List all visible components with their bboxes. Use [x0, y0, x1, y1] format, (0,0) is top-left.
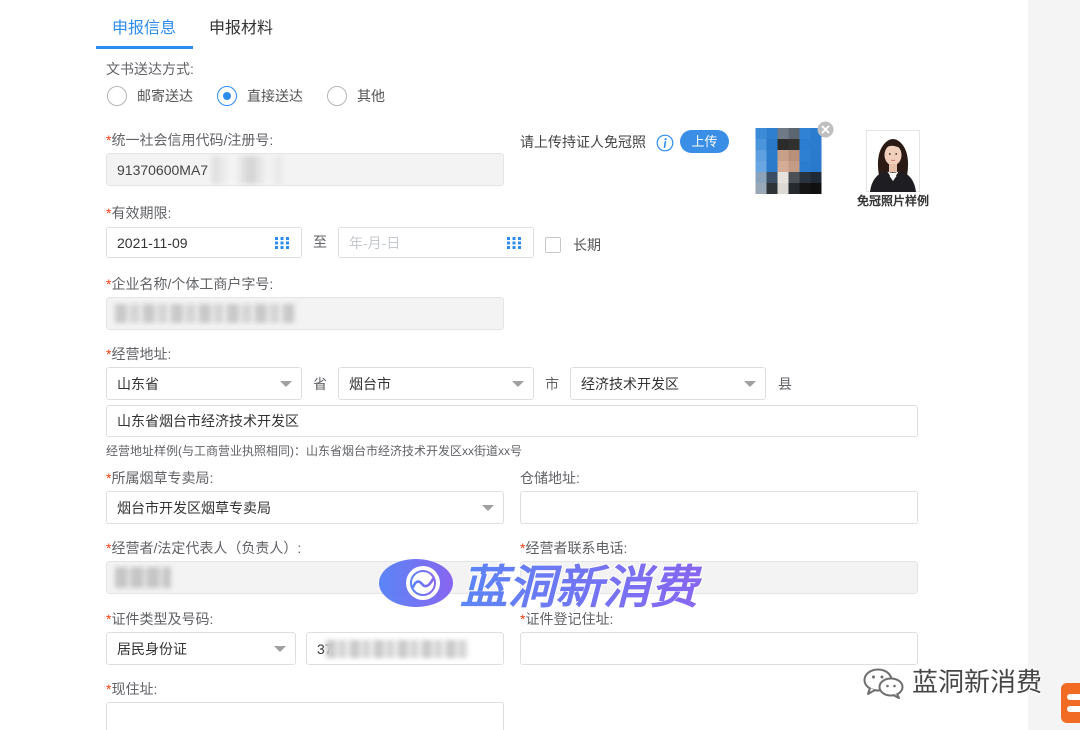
- radio-label: 邮寄送达: [137, 88, 193, 104]
- sample-photo-caption: 免冠照片样例: [856, 194, 929, 208]
- app-badge-icon-mark: [1067, 706, 1080, 712]
- district-unit: 县: [778, 376, 792, 392]
- radio-circle[interactable]: [327, 86, 347, 106]
- id-type-value: 居民身份证: [117, 640, 187, 657]
- business-address-label-text: 经营地址:: [111, 346, 172, 362]
- wechat-icon: [863, 668, 904, 699]
- business-address-example-hint: 经营地址样例(与工商营业执照相同)：山东省烟台市经济技术开发区xx街道xx号: [106, 444, 522, 458]
- warehouse-address-label: 仓储地址:: [520, 470, 580, 486]
- city-unit: 市: [545, 376, 559, 392]
- validity-end-placeholder: 年-月-日: [349, 234, 401, 251]
- radio-mail-delivery[interactable]: 邮寄送达: [107, 86, 193, 106]
- validity-end-date-input[interactable]: 年-月-日: [338, 227, 534, 258]
- business-address-label: *经营地址:: [106, 344, 171, 364]
- validity-label: *有效期限:: [106, 203, 171, 223]
- redacted-blur: [326, 640, 468, 658]
- sample-photo-image: [866, 130, 920, 192]
- photo-upload-label: 请上传持证人免冠照: [520, 134, 646, 150]
- corner-watermark-text: 蓝洞新消费: [912, 667, 1043, 697]
- redacted-blur: [115, 304, 295, 323]
- uploaded-photo-thumbnail: [755, 128, 822, 194]
- chevron-down-icon: [280, 380, 292, 387]
- radio-circle[interactable]: [107, 86, 127, 106]
- right-side-panel: [1028, 0, 1080, 730]
- business-address-detail-input[interactable]: 山东省烟台市经济技术开发区: [106, 405, 918, 437]
- watermark-logo-icon: [379, 559, 453, 607]
- warehouse-address-input[interactable]: [520, 491, 918, 524]
- radio-other-delivery[interactable]: 其他: [327, 86, 385, 106]
- id-address-input[interactable]: [520, 632, 918, 665]
- validity-start-date-input[interactable]: 2021-11-09: [106, 227, 302, 258]
- chevron-down-icon: [274, 645, 286, 652]
- tab-application-info[interactable]: 申报信息: [112, 18, 176, 40]
- city-value: 烟台市: [349, 375, 391, 392]
- delivery-method-label: 文书送达方式:: [106, 61, 194, 77]
- id-type-select[interactable]: 居民身份证: [106, 632, 296, 665]
- calendar-icon[interactable]: [507, 236, 521, 249]
- active-tab-indicator: [96, 46, 193, 49]
- app-badge-icon-mark: [1067, 694, 1080, 700]
- radio-circle[interactable]: [217, 86, 237, 106]
- date-range-separator: 至: [313, 234, 327, 250]
- redacted-blur: [115, 567, 171, 588]
- long-term-checkbox[interactable]: [545, 237, 561, 253]
- operator-label: *经营者/法定代表人（负责人）:: [106, 538, 301, 558]
- id-document-label-text: 证件类型及号码:: [111, 611, 214, 627]
- tobacco-bureau-label-text: 所属烟草专卖局:: [111, 470, 214, 486]
- credit-code-label: *统一社会信用代码/注册号:: [106, 130, 273, 150]
- company-name-label-text: 企业名称/个体工商户字号:: [111, 276, 274, 292]
- radio-direct-delivery[interactable]: 直接送达: [217, 86, 303, 106]
- upload-button[interactable]: 上传: [680, 130, 729, 153]
- validity-label-text: 有效期限:: [111, 205, 172, 221]
- current-address-label-text: 现住址:: [111, 681, 158, 697]
- tobacco-bureau-value: 烟台市开发区烟草专卖局: [117, 499, 271, 516]
- business-address-detail-value: 山东省烟台市经济技术开发区: [117, 413, 299, 429]
- province-unit: 省: [313, 376, 327, 392]
- province-select[interactable]: 山东省: [106, 367, 302, 400]
- credit-code-label-text: 统一社会信用代码/注册号:: [111, 132, 274, 148]
- city-select[interactable]: 烟台市: [338, 367, 534, 400]
- tab-application-materials[interactable]: 申报材料: [209, 18, 273, 40]
- chevron-down-icon: [744, 380, 756, 387]
- app-badge-icon: [1061, 683, 1080, 723]
- chevron-down-icon: [512, 380, 524, 387]
- redacted-blur: [212, 156, 282, 184]
- company-name-label: *企业名称/个体工商户字号:: [106, 274, 273, 294]
- current-address-input[interactable]: [106, 702, 504, 730]
- operator-label-text: 经营者/法定代表人（负责人）:: [111, 540, 302, 556]
- id-document-label: *证件类型及号码:: [106, 609, 213, 629]
- center-watermark-text: 蓝洞新消费: [460, 561, 703, 613]
- validity-start-value: 2021-11-09: [117, 234, 188, 251]
- chevron-down-icon: [482, 504, 494, 511]
- info-icon[interactable]: [656, 134, 674, 152]
- district-select[interactable]: 经济技术开发区: [570, 367, 766, 400]
- calendar-icon[interactable]: [275, 236, 289, 249]
- long-term-label: 长期: [573, 237, 601, 253]
- tobacco-bureau-label: *所属烟草专卖局:: [106, 468, 213, 488]
- district-value: 经济技术开发区: [581, 375, 679, 392]
- radio-label: 其他: [357, 88, 385, 104]
- radio-label: 直接送达: [247, 88, 303, 104]
- current-address-label: *现住址:: [106, 679, 157, 699]
- application-form-page: 申报信息 申报材料 文书送达方式: 邮寄送达 直接送达 其他 *统一社会信用代码…: [0, 0, 1080, 730]
- center-watermark: 蓝洞新消费: [379, 559, 704, 614]
- tobacco-bureau-select[interactable]: 烟台市开发区烟草专卖局: [106, 491, 504, 524]
- province-value: 山东省: [117, 375, 159, 392]
- credit-code-field: 91370600MA7: [106, 153, 504, 186]
- credit-code-value: 91370600MA7: [117, 161, 209, 178]
- remove-photo-close-icon[interactable]: [817, 121, 834, 138]
